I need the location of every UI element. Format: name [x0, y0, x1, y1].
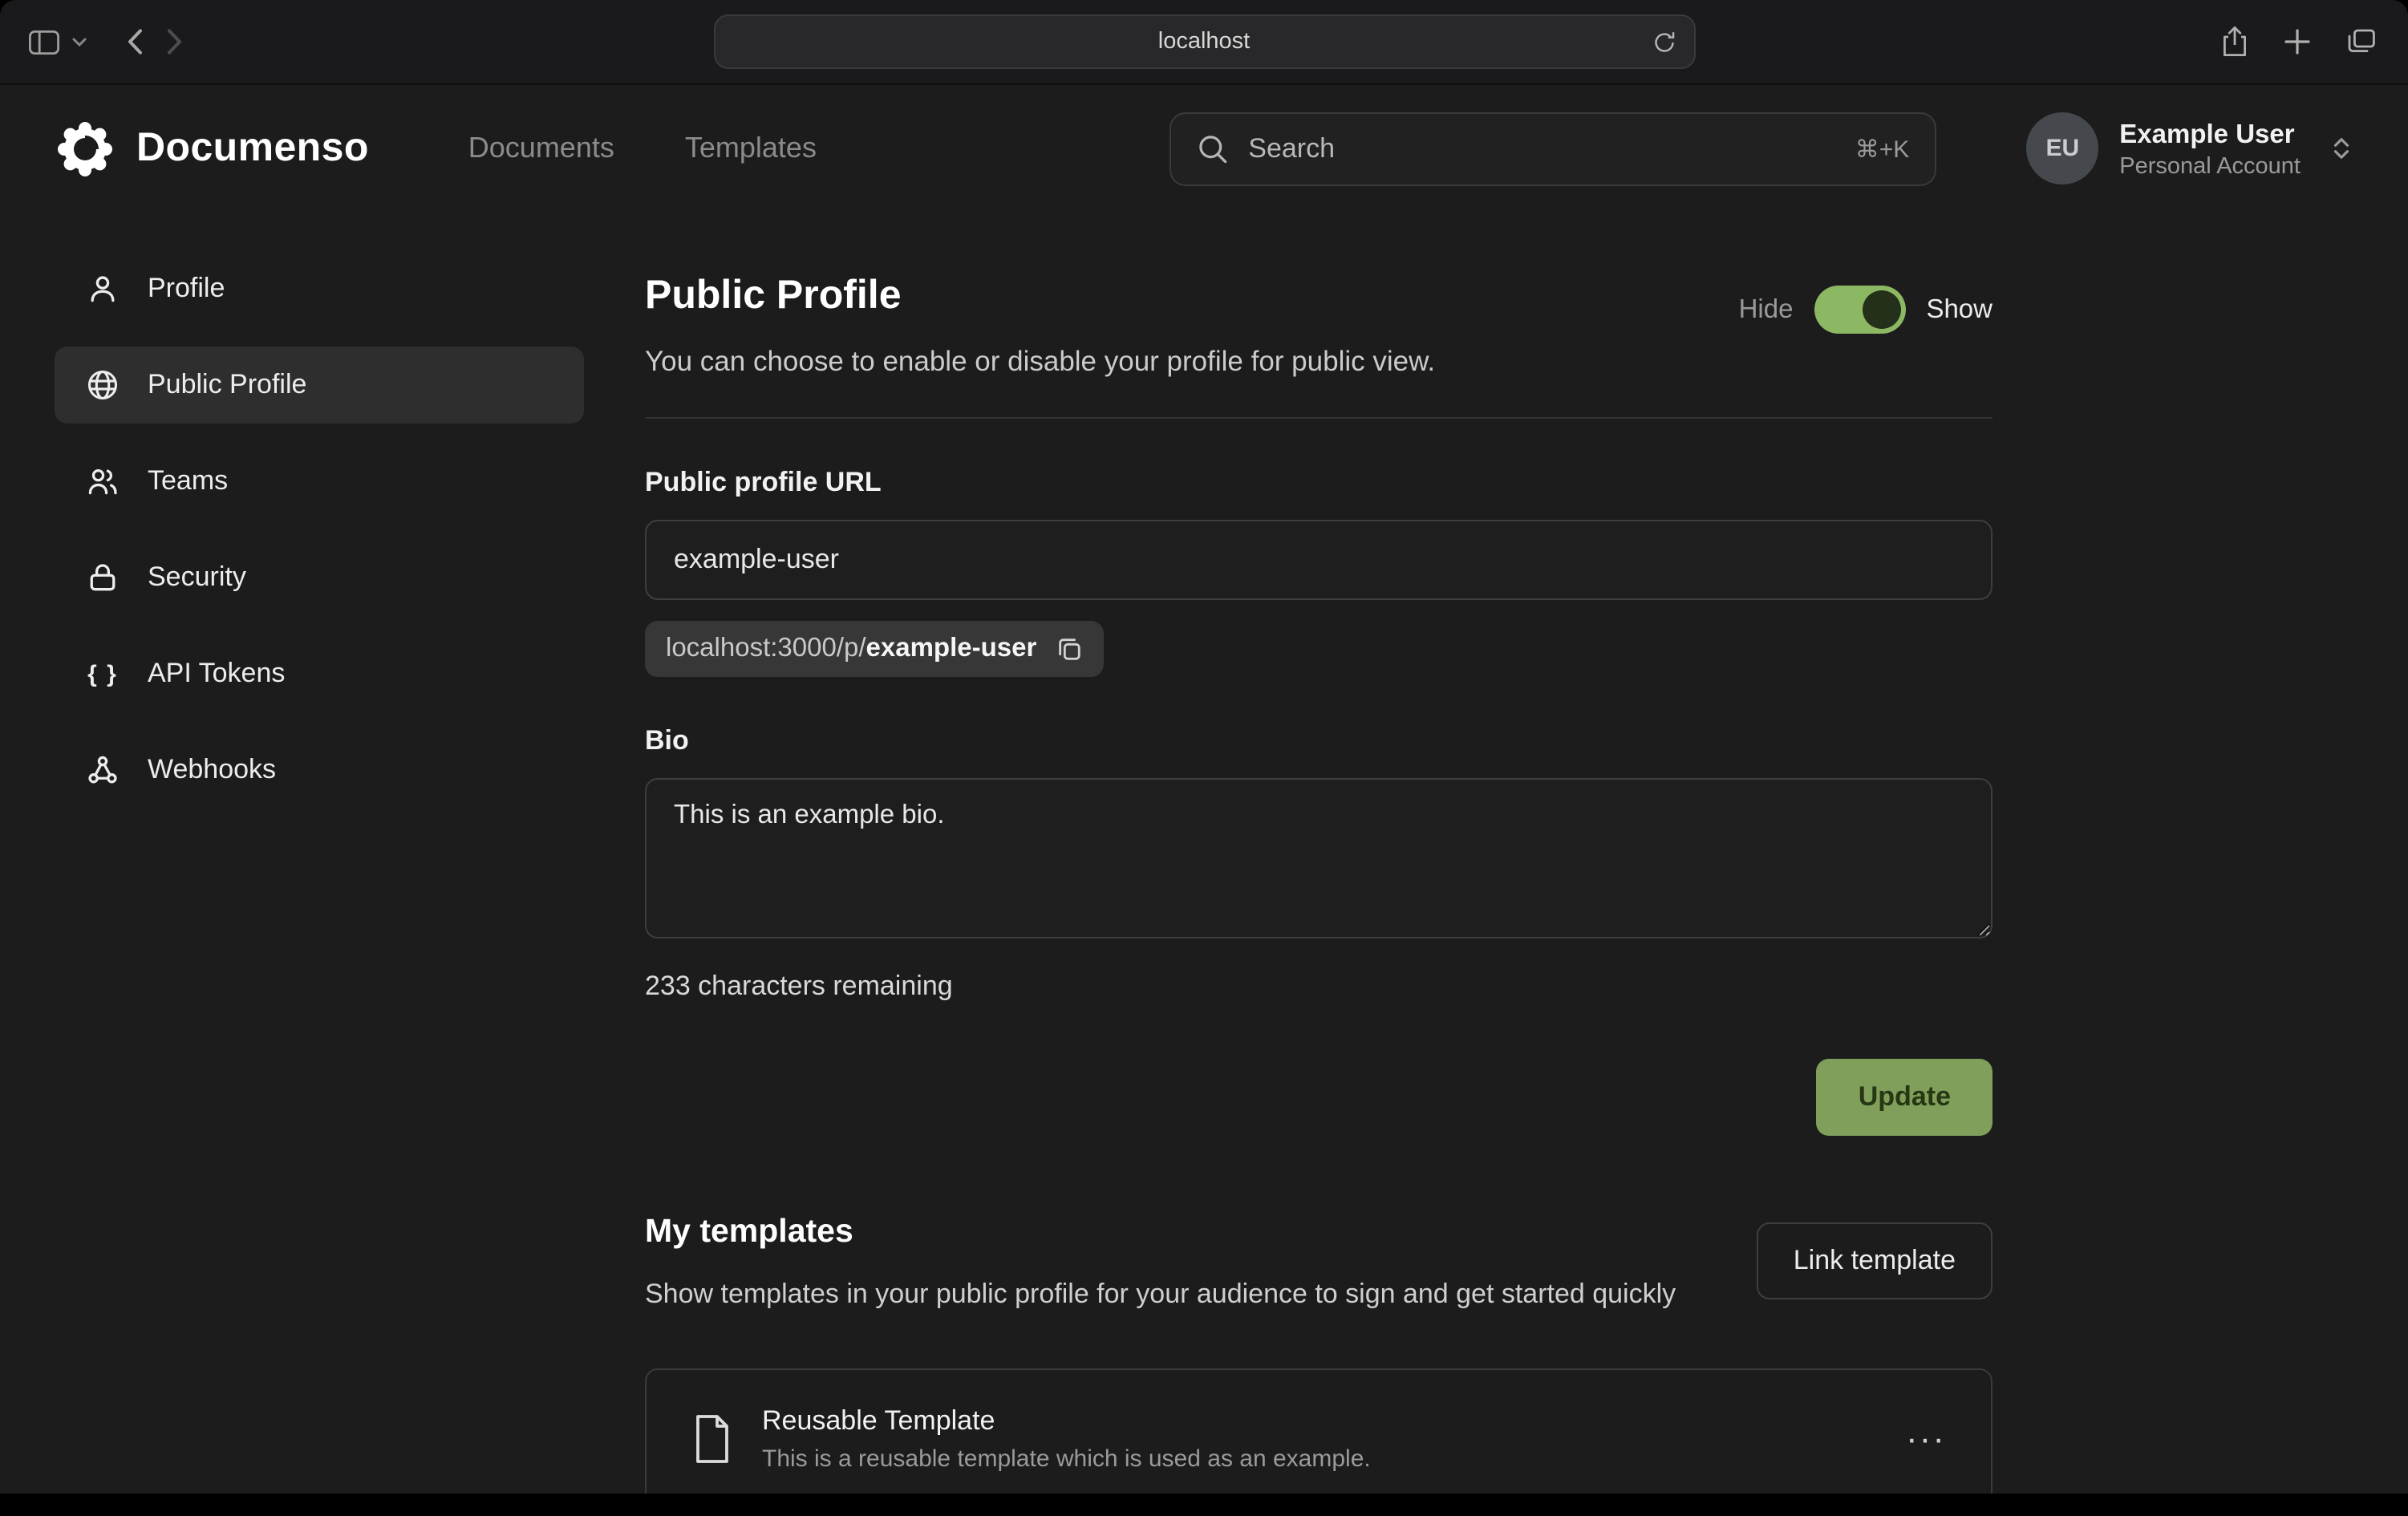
my-templates-description: Show templates in your public profile fo…	[645, 1274, 1676, 1314]
braces-icon: { }	[83, 660, 122, 687]
template-name: Reusable Template	[762, 1405, 1371, 1437]
file-icon	[691, 1413, 733, 1465]
search-icon	[1197, 132, 1229, 164]
global-search[interactable]: ⌘+K	[1170, 111, 1936, 185]
sidebar-toggle-icon[interactable]	[29, 30, 59, 54]
sidebar-item-label: Public Profile	[148, 369, 306, 401]
account-menu[interactable]: EU Example User Personal Account	[2026, 112, 2353, 184]
avatar: EU	[2026, 112, 2098, 184]
browser-chrome: localhost	[0, 0, 2408, 85]
app-header: Documenso Documents Templates ⌘+K EU Exa…	[0, 85, 2408, 212]
account-name: Example User	[2119, 118, 2301, 150]
page-title: Public Profile	[645, 273, 1435, 319]
new-tab-icon[interactable]	[2284, 29, 2310, 55]
back-icon[interactable]	[127, 29, 143, 55]
bio-field-label: Bio	[645, 725, 1992, 757]
sidebar-item-label: Teams	[148, 465, 228, 497]
url-prefix: localhost:3000/p/	[666, 634, 866, 663]
settings-sidebar: Profile Public Profile Teams Security	[55, 250, 584, 1516]
lock-icon	[83, 560, 122, 595]
browser-nav-controls	[29, 29, 183, 55]
show-label: Show	[1926, 294, 1992, 325]
browser-window: localhost	[0, 0, 2408, 1516]
address-url: localhost	[1158, 29, 1250, 55]
characters-remaining: 233 characters remaining	[645, 971, 1992, 1003]
documenso-logo-icon	[55, 118, 116, 179]
address-bar[interactable]: localhost	[713, 14, 1695, 69]
share-icon[interactable]	[2222, 26, 2248, 58]
chevron-up-down-icon	[2329, 135, 2353, 162]
chevron-down-icon[interactable]	[72, 36, 87, 47]
sidebar-item-api-tokens[interactable]: { } API Tokens	[55, 635, 584, 712]
more-options-icon[interactable]: ···	[1906, 1421, 1946, 1457]
template-description: This is a reusable template which is use…	[762, 1445, 1371, 1473]
update-button[interactable]: Update	[1817, 1059, 1992, 1136]
sidebar-item-label: Profile	[148, 273, 225, 305]
users-icon	[83, 464, 122, 499]
hide-label: Hide	[1739, 294, 1794, 325]
sidebar-item-label: Webhooks	[148, 754, 276, 786]
tab-overview-icon[interactable]	[2347, 29, 2376, 55]
search-input[interactable]	[1248, 132, 1835, 164]
section-divider	[645, 417, 1992, 419]
public-profile-settings: Public Profile You can choose to enable …	[645, 250, 1992, 1516]
top-navigation: Documents Templates	[468, 132, 817, 165]
user-icon	[83, 271, 122, 306]
profile-visibility-toggle[interactable]	[1814, 286, 1905, 334]
sidebar-item-profile[interactable]: Profile	[55, 250, 584, 327]
url-slug: example-user	[866, 634, 1037, 663]
url-preview-text: localhost:3000/p/example-user	[666, 634, 1036, 664]
browser-window-controls	[2222, 26, 2376, 58]
link-template-button[interactable]: Link template	[1757, 1222, 1992, 1299]
template-row[interactable]: Reusable Template This is a reusable tem…	[645, 1368, 1992, 1510]
brand-name: Documenso	[136, 125, 369, 172]
bio-textarea[interactable]: This is an example bio.	[645, 778, 1992, 938]
profile-url-input[interactable]	[645, 520, 1992, 600]
sidebar-item-label: Security	[148, 561, 246, 594]
nav-documents[interactable]: Documents	[468, 132, 614, 165]
search-shortcut: ⌘+K	[1855, 134, 1910, 163]
toggle-knob	[1862, 290, 1900, 329]
my-templates-title: My templates	[645, 1213, 1676, 1251]
sidebar-item-security[interactable]: Security	[55, 539, 584, 616]
window-bottom-edge	[0, 1494, 2408, 1516]
nav-templates[interactable]: Templates	[685, 132, 817, 165]
page-subtitle: You can choose to enable or disable your…	[645, 345, 1435, 379]
url-field-label: Public profile URL	[645, 467, 1992, 499]
sidebar-item-webhooks[interactable]: Webhooks	[55, 732, 584, 809]
copy-icon[interactable]	[1056, 635, 1083, 663]
visibility-toggle-group: Hide Show	[1739, 286, 1992, 334]
settings-page: Profile Public Profile Teams Security	[0, 212, 2408, 1516]
sidebar-item-label: API Tokens	[148, 658, 285, 690]
profile-url-preview: localhost:3000/p/example-user	[645, 621, 1104, 677]
account-type: Personal Account	[2119, 153, 2301, 179]
webhook-icon	[83, 752, 122, 788]
globe-icon	[83, 367, 122, 403]
sidebar-item-public-profile[interactable]: Public Profile	[55, 347, 584, 424]
sidebar-item-teams[interactable]: Teams	[55, 443, 584, 520]
forward-icon[interactable]	[167, 29, 183, 55]
brand[interactable]: Documenso	[55, 118, 369, 179]
reload-icon[interactable]	[1652, 30, 1676, 54]
